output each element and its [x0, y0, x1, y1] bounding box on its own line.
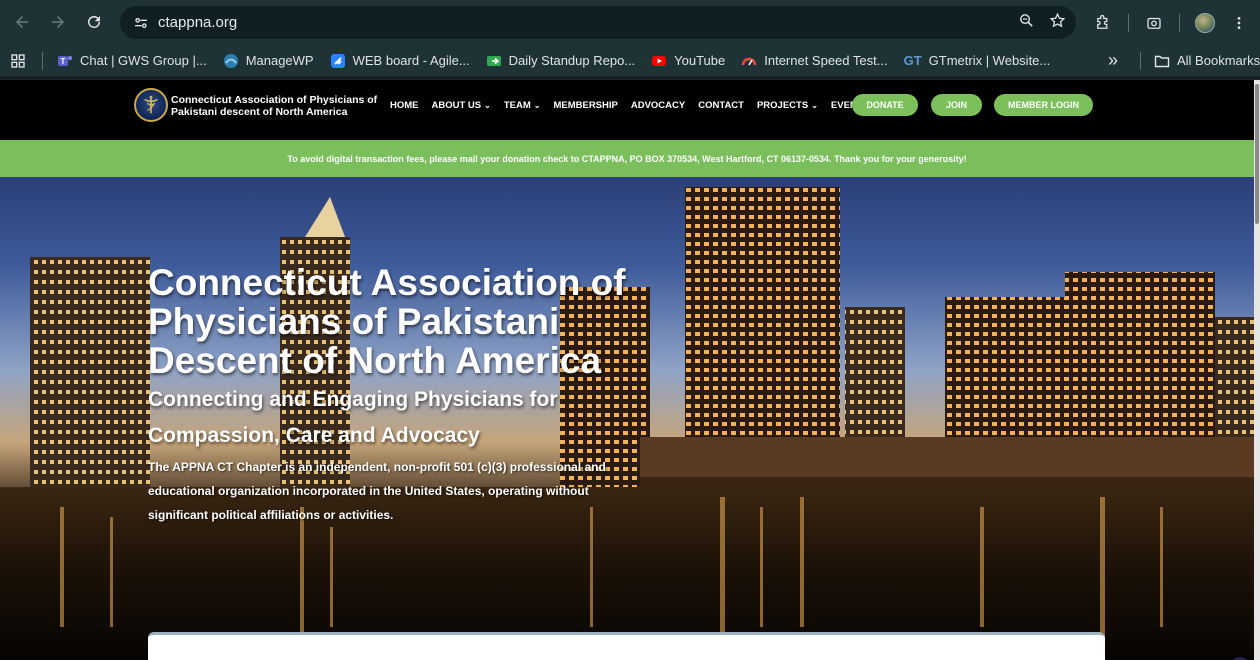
browser-toolbar: ctappna.org [0, 0, 1260, 44]
donation-notice-bar: To avoid digital transaction fees, pleas… [0, 140, 1254, 177]
jira-icon [330, 53, 346, 69]
back-button[interactable] [4, 4, 40, 40]
site-info-icon[interactable] [124, 15, 158, 31]
site-logo[interactable] [134, 88, 168, 122]
site-header: Connecticut Association of Physicians of… [0, 80, 1254, 140]
content-card [148, 632, 1105, 660]
chevron-down-icon: ⌄ [811, 100, 818, 110]
hero-section: Connecticut Association of Physicians of… [0, 177, 1254, 660]
reload-icon [88, 15, 100, 28]
all-bookmarks-button[interactable]: All Bookmarks [1146, 47, 1260, 75]
join-button[interactable]: JOIN [931, 94, 982, 116]
nav-advocacy[interactable]: ADVOCACY [631, 100, 685, 111]
profile-avatar[interactable] [1188, 6, 1222, 39]
arrow-right-icon [52, 16, 64, 28]
apps-grid-icon [11, 53, 25, 68]
puzzle-icon [1097, 14, 1108, 29]
nav-projects[interactable]: PROJECTS ⌄ [757, 100, 818, 111]
bookmark-daily-standup[interactable]: Daily Standup Repo... [478, 47, 643, 75]
forward-button[interactable] [40, 4, 76, 40]
double-chevron-icon: » [1108, 50, 1119, 70]
menu-button[interactable] [1222, 6, 1256, 39]
page-viewport: Connecticut Association of Physicians of… [0, 80, 1254, 660]
extensions-button[interactable] [1086, 6, 1120, 39]
chevron-down-icon: ⌄ [484, 100, 491, 110]
nav-contact[interactable]: CONTACT [698, 100, 744, 111]
caduceus-icon [144, 95, 158, 114]
page-scrollbar[interactable] [1254, 80, 1260, 660]
bookmark-gws-chat[interactable]: T Chat | GWS Group |... [49, 47, 215, 75]
reload-button[interactable] [76, 4, 112, 40]
bookmark-divider [42, 51, 43, 70]
nav-team[interactable]: TEAM ⌄ [504, 100, 541, 111]
nav-about-us[interactable]: ABOUT US ⌄ [432, 100, 491, 111]
svg-text:T: T [61, 57, 66, 66]
zoom-icon[interactable] [1018, 12, 1035, 34]
managewp-icon [223, 53, 239, 69]
avatar-icon [1195, 12, 1215, 33]
member-login-button[interactable]: MEMBER LOGIN [994, 94, 1093, 116]
folder-icon [1154, 53, 1170, 69]
main-nav: HOME ABOUT US ⌄ TEAM ⌄ MEMBERSHIP ADVOCACY… [390, 80, 892, 130]
gtmetrix-icon: GT [903, 53, 922, 68]
bookmark-managewp[interactable]: ManageWP [215, 47, 322, 75]
scrollbar-thumb[interactable] [1255, 84, 1259, 224]
url-text[interactable]: ctappna.org [158, 14, 237, 31]
hero-title: Connecticut Association of Physicians of… [148, 262, 626, 381]
bookmarks-bar: T Chat | GWS Group |... ManageWP WEB boa… [0, 44, 1260, 78]
apps-button[interactable] [0, 47, 36, 75]
bookmark-speed-test[interactable]: Internet Speed Test... [733, 47, 895, 75]
kebab-menu-icon [1237, 16, 1241, 29]
star-icon[interactable] [1049, 12, 1066, 34]
speedtest-icon [741, 53, 757, 69]
toolbar-divider [1128, 13, 1129, 32]
more-bookmarks-button[interactable]: » [1100, 47, 1126, 75]
nav-membership[interactable]: MEMBERSHIP [553, 100, 617, 111]
bookmark-youtube[interactable]: YouTube [643, 47, 733, 75]
donate-button[interactable]: DONATE [852, 94, 918, 116]
nav-home[interactable]: HOME [390, 100, 419, 111]
hero-subtitle: Connecting and Engaging Physicians for C… [148, 388, 558, 447]
chevron-down-icon: ⌄ [533, 100, 541, 110]
bookmark-gtmetrix[interactable]: GT GTmetrix | Website... [896, 47, 1059, 75]
arrow-left-icon [16, 16, 28, 28]
sheets-icon [486, 53, 502, 69]
youtube-icon [651, 53, 667, 69]
bookmark-divider [1140, 51, 1141, 70]
hero-description: The APPNA CT Chapter is an independent, … [148, 460, 606, 522]
bookmark-web-board[interactable]: WEB board - Agile... [322, 47, 478, 75]
site-logo-text[interactable]: Connecticut Association of Physicians of… [171, 94, 381, 118]
screenshot-button[interactable] [1137, 6, 1171, 39]
teams-icon: T [57, 53, 73, 69]
toolbar-divider [1179, 13, 1180, 32]
address-bar[interactable]: ctappna.org [120, 6, 1076, 39]
camera-icon [1147, 17, 1161, 29]
